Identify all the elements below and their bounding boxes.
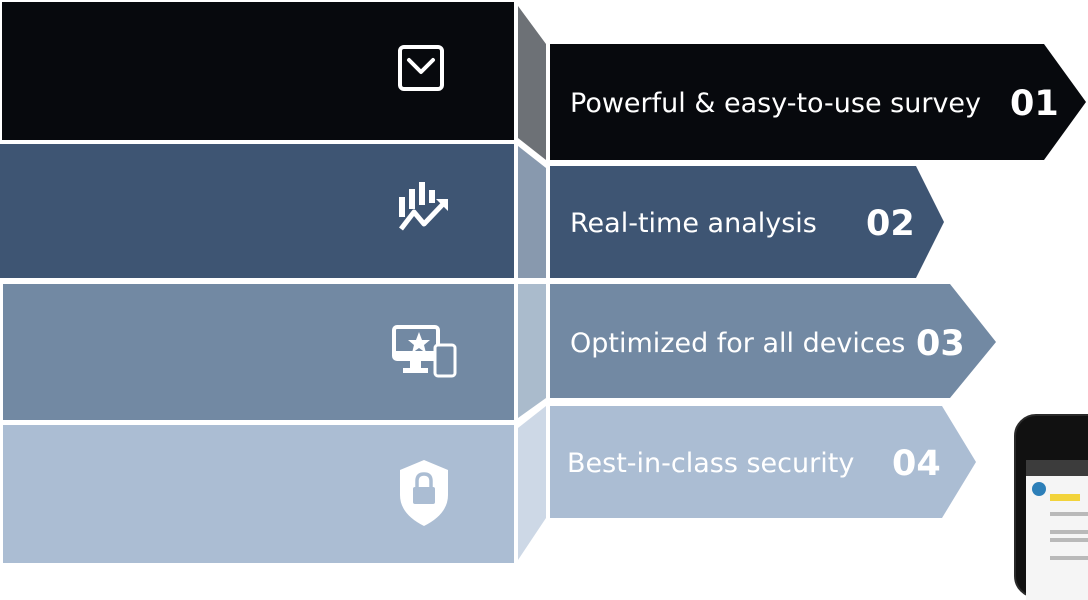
message-line xyxy=(1050,530,1088,534)
message-line xyxy=(1050,512,1088,516)
feature-number-1: 01 xyxy=(1010,84,1059,124)
connector-1 xyxy=(518,6,546,160)
feature-diagram-svg: Powerful & easy-to-use survey 01 Real-ti… xyxy=(0,2,1086,563)
feature-diagram: Powerful & easy-to-use survey 01 Real-ti… xyxy=(0,0,1088,563)
phone-mockup xyxy=(1014,414,1088,600)
connector-2 xyxy=(518,146,546,278)
feature-number-2: 02 xyxy=(866,204,915,244)
message-line xyxy=(1050,538,1088,542)
phone-header-bar xyxy=(1026,460,1088,476)
feature-label-1: Powerful & easy-to-use survey xyxy=(570,88,981,119)
feature-label-3: Optimized for all devices xyxy=(570,328,905,359)
phone-screen xyxy=(1026,460,1088,600)
feature-label-4: Best-in-class security xyxy=(567,448,854,479)
feature-number-4: 04 xyxy=(892,444,941,484)
panel-1 xyxy=(2,2,514,140)
feature-label-2: Real-time analysis xyxy=(570,208,817,239)
connector-3 xyxy=(518,284,546,418)
connector-4 xyxy=(518,406,546,560)
app-avatar-icon xyxy=(1032,482,1046,496)
feature-number-3: 03 xyxy=(916,324,965,364)
message-tag xyxy=(1050,494,1080,501)
message-line xyxy=(1050,556,1088,560)
